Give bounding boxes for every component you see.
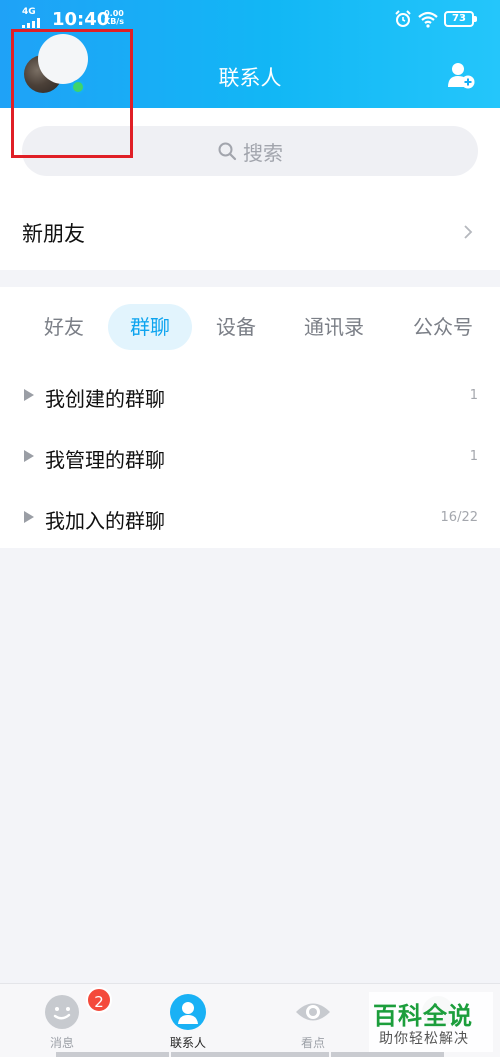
message-icon [45, 995, 79, 1029]
new-friends-label: 新朋友 [22, 221, 85, 246]
tab-official-accounts[interactable]: 公众号 [400, 304, 486, 350]
nav-contacts[interactable]: 联系人 [138, 984, 238, 1057]
contacts-icon [170, 994, 206, 1030]
group-category-row[interactable]: 我管理的群聊 1 [0, 427, 500, 487]
tab-devices[interactable]: 设备 [200, 304, 272, 350]
group-category-row[interactable]: 我加入的群聊 16/22 [0, 488, 500, 548]
signal-icon [22, 18, 40, 28]
group-category-count: 1 [469, 388, 478, 403]
alarm-icon [395, 10, 411, 27]
nav-messages[interactable]: 2 消息 [12, 984, 112, 1057]
annotation-highlight-box [11, 29, 133, 158]
speed-unit: KB/s [104, 17, 124, 26]
contact-tabs: 好友 群聊 设备 通讯录 公众号 [0, 304, 500, 350]
battery-indicator: 73 [444, 11, 477, 27]
gesture-indicator [56, 1052, 169, 1057]
search-placeholder: 搜索 [243, 140, 283, 165]
group-category-count: 16/22 [440, 510, 478, 525]
group-category-name: 我管理的群聊 [45, 448, 165, 472]
gesture-indicator [171, 1052, 329, 1057]
expand-triangle-icon [24, 450, 34, 462]
expand-triangle-icon [24, 511, 34, 523]
nav-label: 消息 [49, 1036, 74, 1050]
expand-triangle-icon [24, 389, 34, 401]
new-friends-row[interactable]: 新朋友 [0, 195, 500, 270]
tab-friends[interactable]: 好友 [28, 304, 100, 350]
tab-address-book[interactable]: 通讯录 [290, 304, 378, 350]
chevron-right-icon [464, 225, 473, 239]
wifi-icon [418, 11, 438, 28]
nav-discover[interactable]: 看点 [263, 984, 363, 1057]
group-category-row[interactable]: 我创建的群聊 1 [0, 366, 500, 426]
watermark: 百科全说 助你轻松解决 [369, 992, 493, 1052]
watermark-subtitle: 助你轻松解决 [379, 1031, 469, 1047]
tab-groups[interactable]: 群聊 [108, 304, 192, 350]
eye-icon [296, 1003, 330, 1021]
status-time: 10:40 [52, 9, 110, 30]
nav-label: 看点 [300, 1036, 325, 1050]
unread-badge: 2 [86, 987, 112, 1013]
gesture-indicator [331, 1052, 444, 1057]
group-category-name: 我加入的群聊 [45, 509, 165, 533]
contacts-panel: 好友 群聊 设备 通讯录 公众号 我创建的群聊 1 我管理的群聊 1 我加入的群… [0, 287, 500, 548]
group-category-name: 我创建的群聊 [45, 387, 165, 411]
group-category-count: 1 [469, 449, 478, 464]
nav-label: 联系人 [169, 1036, 206, 1050]
watermark-title: 百科全说 [373, 1002, 473, 1030]
network-indicator: 4G [22, 7, 36, 17]
network-speed: 0.00 KB/s [104, 10, 124, 26]
add-contact-icon[interactable] [447, 61, 475, 89]
search-icon [218, 142, 237, 161]
